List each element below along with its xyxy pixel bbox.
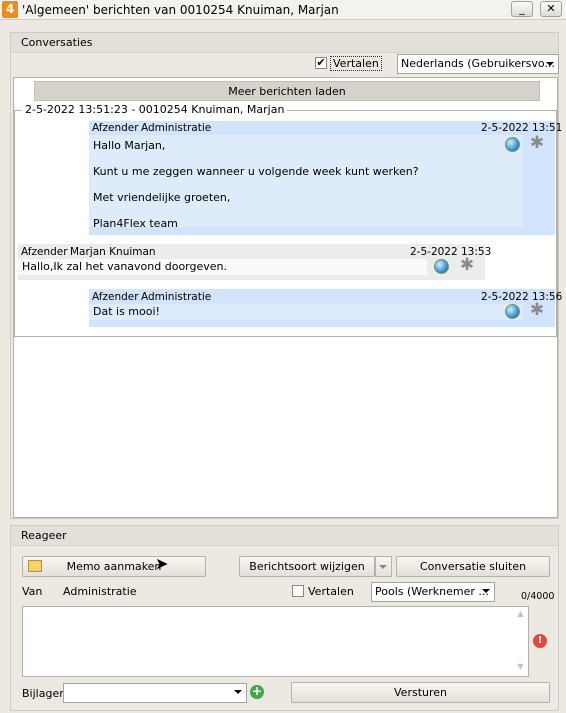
message-user-2: Afzender Marjan Knuiman 2-5-2022 13:53 H… [18, 244, 491, 280]
message-line: Met vriendelijke groeten, [93, 191, 231, 204]
message-line: Plan4Flex team [93, 217, 178, 230]
reply-language-select[interactable]: Pools (Werknemer ... [371, 582, 495, 602]
message-body: Hallo,Ik zal het vanavond doorgeven. [18, 259, 427, 275]
chevron-down-icon [379, 565, 387, 569]
memo-icon [28, 560, 42, 572]
message-admin-1: Afzender Administratie 2-5-2022 13:51 Ha… [89, 121, 562, 235]
create-memo-label: Memo aanmaken [66, 560, 162, 573]
message-body: Dat is mooi! [89, 304, 523, 320]
gear-icon[interactable]: ✱ [459, 257, 475, 274]
change-type-dropdown[interactable] [375, 556, 392, 577]
language-select-value: Nederlands (Gebruikersvo... [401, 57, 555, 70]
thread-title: 2-5-2022 13:51:23 - 0010254 Knuiman, Mar… [22, 103, 288, 116]
gear-icon[interactable]: ✱ [529, 135, 545, 152]
conversations-header: Conversaties [11, 33, 558, 53]
message-sender: Administratie [141, 122, 212, 134]
translate-globe-icon[interactable] [434, 259, 449, 274]
close-button[interactable]: ✕ [540, 1, 562, 17]
message-body: Hallo Marjan, Kunt u me zeggen wanneer u… [89, 135, 523, 230]
title-bar: 4 'Algemeen' berichten van 0010254 Knuim… [0, 0, 566, 20]
app-icon: 4 [2, 1, 18, 18]
message-line: Hallo Marjan, [93, 139, 166, 152]
scroll-down-icon[interactable]: ▼ [514, 662, 527, 671]
message-time: 2-5-2022 13:51 [481, 122, 563, 134]
close-conversation-button[interactable]: Conversatie sluiten [396, 556, 550, 577]
reply-translate-checkbox[interactable] [292, 585, 304, 597]
translate-globe-icon[interactable] [505, 137, 520, 152]
window-title: 'Algemeen' berichten van 0010254 Knuiman… [22, 3, 339, 17]
check-icon: ✔ [316, 56, 326, 69]
minimize-button[interactable]: _ [511, 1, 533, 17]
gear-icon[interactable]: ✱ [529, 302, 545, 319]
from-label: Van [22, 585, 43, 598]
message-line: Hallo,Ik zal het vanavond doorgeven. [22, 260, 227, 273]
attachments-label: Bijlagen [22, 687, 67, 700]
textarea-scrollbar[interactable]: ▲ ▼ [514, 609, 527, 674]
change-type-button[interactable]: Berichtsoort wijzigen [239, 556, 375, 577]
message-sender-label: Afzender [92, 122, 139, 134]
from-value: Administratie [63, 585, 137, 598]
message-textarea[interactable]: ▲ ▼ [22, 606, 529, 677]
message-line: Dat is mooi! [93, 305, 160, 318]
character-counter: 0/4000 [521, 591, 555, 602]
reply-translate-label: Vertalen [308, 585, 354, 598]
conversation-area[interactable]: Meer berichten laden 2-5-2022 13:51:23 -… [13, 77, 562, 518]
message-time: 2-5-2022 13:56 [481, 291, 563, 303]
language-select[interactable]: Nederlands (Gebruikersvo... [397, 54, 559, 74]
change-type-label: Berichtsoort wijzigen [249, 560, 365, 573]
create-memo-button[interactable]: Memo aanmaken [22, 556, 206, 577]
load-more-button[interactable]: Meer berichten laden [34, 81, 540, 101]
translate-label: Vertalen [330, 56, 382, 71]
message-sender-label: Afzender [92, 291, 139, 303]
chevron-down-icon[interactable] [482, 589, 490, 593]
scroll-up-icon[interactable]: ▲ [514, 609, 527, 618]
warning-icon: ! [533, 634, 547, 648]
message-sender: Marjan Knuiman [70, 246, 156, 258]
message-sender-label: Afzender [21, 246, 68, 258]
chevron-down-icon[interactable] [546, 62, 554, 66]
reply-group: Reageer Memo aanmaken Berichtsoort wijzi… [10, 525, 559, 711]
chevron-down-icon[interactable] [234, 690, 242, 694]
conversations-group: Conversaties ✔ Vertalen Nederlands (Gebr… [10, 32, 562, 519]
translate-globe-icon[interactable] [505, 304, 520, 319]
send-button[interactable]: Versturen [291, 682, 550, 703]
message-sender: Administratie [141, 291, 212, 303]
reply-language-value: Pools (Werknemer ... [375, 585, 489, 598]
mouse-cursor-icon: ➤ [155, 554, 169, 573]
attachments-select[interactable] [63, 683, 247, 703]
translate-checkbox[interactable]: ✔ [315, 57, 327, 69]
reply-header: Reageer [11, 526, 558, 546]
add-attachment-icon[interactable]: + [250, 685, 264, 699]
message-time: 2-5-2022 13:53 [410, 246, 492, 258]
message-line: Kunt u me zeggen wanneer u volgende week… [93, 165, 419, 178]
message-admin-3: Afzender Administratie 2-5-2022 13:56 Da… [89, 289, 562, 327]
